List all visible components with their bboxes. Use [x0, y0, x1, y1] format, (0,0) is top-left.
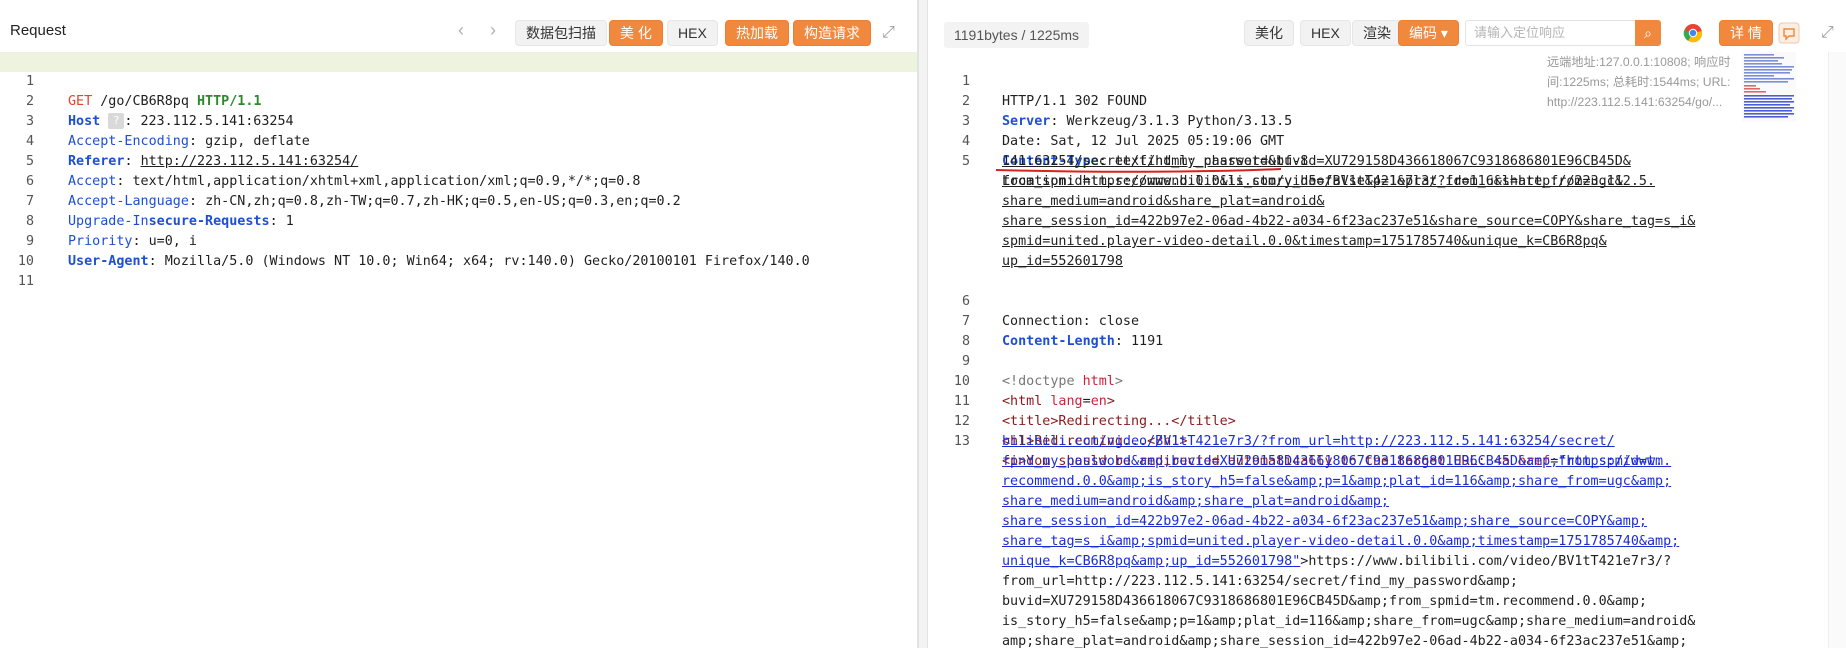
vertical-scrollbar[interactable]: [1828, 52, 1846, 648]
packet-scan-button[interactable]: 数据包扫描: [515, 20, 607, 46]
response-line-13-wrap: find_my_password&amp;buvid=XU729158D4366…: [928, 452, 1846, 472]
response-line-10: 10 <html lang=en>: [928, 352, 1846, 409]
line-number: 11: [17, 274, 34, 289]
request-line-6: 6 Accept-Language: zh-CN,zh;q=0.8,zh-TW;…: [0, 152, 917, 209]
location-url-part[interactable]: spmid=united.player-video-detail.0.0&tim…: [1002, 232, 1607, 252]
response-line-13-wrap: amp;share_plat=android&amp;share_session…: [928, 632, 1846, 648]
response-size-badge: 1191bytes / 1225ms: [944, 22, 1090, 48]
location-url-part[interactable]: from_spmid=tm.recommend.0.0&is_story_h5=…: [1002, 172, 1623, 192]
request-pane: Request ‹ › 数据包扫描 美 化 HEX 热加载 构造请求 ⤢ 1 G…: [0, 0, 918, 648]
response-line-5-wrap: spmid=united.player-video-detail.0.0&tim…: [928, 232, 1846, 252]
request-line-11: 11: [0, 252, 917, 289]
locate-response-input[interactable]: 请输入定位响应: [1465, 20, 1643, 46]
href-link[interactable]: recommend.0.0&amp;is_story_h5=false&amp;…: [1002, 472, 1671, 492]
hex-button[interactable]: HEX: [667, 20, 718, 46]
hot-load-button[interactable]: 热加载: [725, 20, 789, 46]
request-editor[interactable]: 1 GET /go/CB6R8pq HTTP/1.1 2 Host ?: 223…: [0, 52, 917, 648]
response-line-13-wrap: from_url=http://223.112.5.141:63254/secr…: [928, 572, 1846, 592]
response-line-5-wrap: from_spmid=tm.recommend.0.0&is_story_h5=…: [928, 172, 1846, 192]
beautify-button[interactable]: 美 化: [609, 20, 663, 46]
response-line-13-wrap: share_session_id=422b97e2-06ad-4b22-a034…: [928, 512, 1846, 532]
response-line-4: 4 Content-Type: text/html; charset=utf-8: [928, 112, 1846, 169]
location-url-part[interactable]: up_id=552601798: [1002, 252, 1123, 272]
response-hex-button[interactable]: HEX: [1300, 20, 1351, 46]
anchor-text: from_url=http://223.112.5.141:63254/secr…: [1002, 574, 1518, 589]
anchor-text: is_story_h5=false&amp;p=1&amp;plat_id=11…: [1002, 614, 1696, 629]
anchor-text: buvid=XU729158D436618067C9318686801E96CB…: [1002, 594, 1647, 609]
response-line-5-wrap: share_session_id=422b97e2-06ad-4b22-a034…: [928, 212, 1846, 232]
location-url-part[interactable]: share_session_id=422b97e2-06ad-4b22-a034…: [1002, 212, 1695, 232]
response-line-13-wrap: is_story_h5=false&amp;p=1&amp;plat_id=11…: [928, 612, 1846, 632]
href-link[interactable]: unique_k=CB6R8pq&amp;up_id=552601798": [1002, 554, 1300, 569]
response-line-13-wrap: unique_k=CB6R8pq&amp;up_id=552601798">ht…: [928, 552, 1846, 572]
encoding-dropdown[interactable]: 编码 ▾: [1398, 20, 1459, 46]
response-line-13-wrap: buvid=XU729158D436618067C9318686801E96CB…: [928, 592, 1846, 612]
response-line-13-wrap: bilibili.com/video/BV1tT421e7r3/?from_ur…: [928, 432, 1846, 452]
anchor-text: amp;share_plat=android&amp;share_session…: [1002, 634, 1688, 648]
pane-splitter[interactable]: [918, 0, 928, 648]
request-line-5: 5 Accept: text/html,application/xhtml+xm…: [0, 132, 917, 189]
response-line-9: 9 <!doctype html>: [928, 332, 1846, 389]
response-line-12: 12 <h1>Redirecting...</h1>: [928, 392, 1846, 449]
request-line-4: 4 Referer: http://223.112.5.141:63254/: [0, 112, 917, 169]
request-line-9: 9 User-Agent: Mozilla/5.0 (Windows NT 10…: [0, 212, 917, 269]
request-line-1: 1 GET /go/CB6R8pq HTTP/1.1: [0, 52, 917, 109]
href-link[interactable]: share_medium=android&amp;share_plat=andr…: [1002, 492, 1389, 512]
chevron-right-icon[interactable]: ›: [490, 20, 496, 41]
href-link[interactable]: share_session_id=422b97e2-06ad-4b22-a034…: [1002, 512, 1647, 532]
response-line-5-wrap: share_medium=android&share_plat=android&: [928, 192, 1846, 212]
response-info-text: 远端地址:127.0.0.1:10808; 响应时间:1225ms; 总耗时:1…: [1547, 55, 1731, 109]
red-underline-annotation: [995, 168, 1282, 173]
href-link[interactable]: bilibili.com/video/BV1tT421e7r3/?from_ur…: [1002, 432, 1615, 452]
request-line-3: 3 Accept-Encoding: gzip, deflate: [0, 92, 917, 149]
code-minimap[interactable]: [1742, 52, 1796, 122]
response-line-13-wrap: share_medium=android&amp;share_plat=andr…: [928, 492, 1846, 512]
href-link[interactable]: share_tag=s_i&amp;spmid=united.player-vi…: [1002, 532, 1679, 552]
request-line-7: 7 Upgrade-Insecure-Requests: 1: [0, 172, 917, 229]
response-line-7: 7 Content-Length: 1191: [928, 292, 1846, 349]
render-button[interactable]: 渲染: [1352, 20, 1402, 46]
comment-icon[interactable]: [1778, 22, 1800, 44]
search-icon[interactable]: ⌕: [1635, 20, 1661, 46]
response-line-11: 11 <title>Redirecting...</title>: [928, 372, 1846, 429]
anchor-text: >https://www.bilibili.com/video/BV1tT421…: [1300, 554, 1672, 569]
request-line-10: 10: [0, 232, 917, 269]
chevron-left-icon[interactable]: ‹: [458, 20, 464, 41]
response-line-5-wrap: up_id=552601798: [928, 252, 1846, 272]
chevron-down-icon: ▾: [1440, 25, 1448, 41]
request-line-2: 2 Host ?: 223.112.5.141:63254: [0, 72, 917, 129]
href-link[interactable]: find_my_password&amp;buvid=XU729158D4366…: [1002, 452, 1671, 472]
response-line-5: 5 Location: https://www.bilibili.com/vid…: [928, 132, 1846, 189]
response-line-8: 8: [928, 312, 1846, 349]
expand-icon[interactable]: ⤢: [1821, 24, 1834, 42]
location-url-part[interactable]: share_medium=android&share_plat=android&: [1002, 192, 1324, 212]
chrome-icon[interactable]: [1683, 23, 1703, 43]
request-title: Request: [10, 22, 66, 39]
request-line-8: 8 Priority: u=0, i: [0, 192, 917, 249]
response-line-13-wrap: recommend.0.0&amp;is_story_h5=false&amp;…: [928, 472, 1846, 492]
response-editor[interactable]: 1 HTTP/1.1 302 FOUND 2 Server: Werkzeug/…: [928, 52, 1846, 648]
response-line-13: 13 <p>You should be redirected automatic…: [928, 412, 1846, 469]
build-request-button[interactable]: 构造请求: [793, 20, 871, 46]
response-line-6: 6 Connection: close: [928, 272, 1846, 329]
response-line-13-wrap: share_tag=s_i&amp;spmid=united.player-vi…: [928, 532, 1846, 552]
response-beautify-button[interactable]: 美化: [1244, 20, 1294, 46]
details-button[interactable]: 详 情: [1719, 20, 1773, 46]
encoding-label: 编码: [1409, 25, 1437, 41]
expand-icon[interactable]: ⤢: [882, 24, 895, 42]
